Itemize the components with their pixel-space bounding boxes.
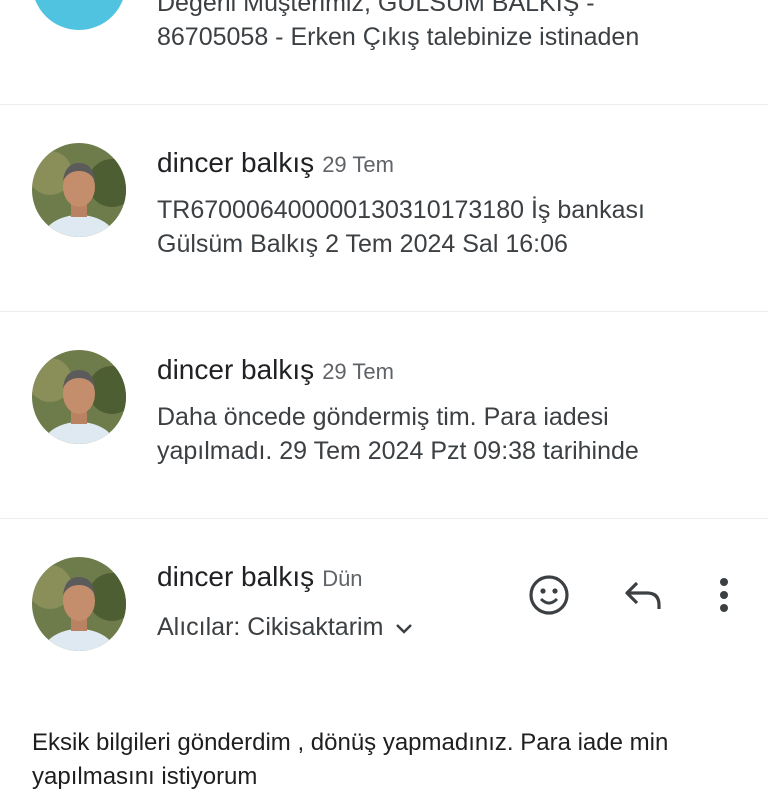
sender-name: dincer balkış 29 Tem (157, 354, 394, 386)
body-line: yapılmasını istiyorum (32, 763, 258, 790)
message-snippet: Daha öncede göndermiş tim. Para iadesi y… (157, 400, 747, 468)
sender-name: dincer balkış Dün (157, 561, 363, 593)
message-item-2[interactable]: dincer balkış 29 Tem TR670006400000130310… (0, 105, 768, 311)
snippet-line: yapılmadı. 29 Tem 2024 Pzt 09:38 tarihin… (157, 437, 639, 465)
reply-icon (623, 579, 663, 616)
body-line: Eksik bilgileri gönderdim , dönüş yapmad… (32, 729, 669, 756)
sender-name: dincer balkış 29 Tem (157, 147, 394, 179)
chevron-down-icon (395, 613, 413, 642)
message-snippet: Değerli Müşterimiz, GÜLSÜM BALKIŞ - 8670… (157, 0, 747, 54)
avatar (32, 350, 126, 444)
sender-label: dincer balkış (157, 354, 315, 385)
message-item-1[interactable]: Değerli Müşterimiz, GÜLSÜM BALKIŞ - 8670… (0, 0, 768, 104)
emoji-reaction-button[interactable] (527, 574, 571, 621)
message-item-3[interactable]: dincer balkış 29 Tem Daha öncede göndermi… (0, 312, 768, 518)
avatar (32, 143, 126, 237)
message-date: 29 Tem (322, 359, 394, 384)
avatar (32, 557, 126, 651)
message-date: 29 Tem (322, 152, 394, 177)
more-options-button[interactable] (702, 575, 746, 619)
snippet-line: Gülsüm Balkış 2 Tem 2024 Sal 16:06 (157, 230, 568, 258)
message-body: Eksik bilgileri gönderdim , dönüş yapmad… (32, 726, 752, 794)
snippet-line: TR670006400000130310173180 İş bankası (157, 196, 645, 224)
snippet-line: 86705058 - Erken Çıkış talebinize istina… (157, 23, 640, 51)
avatar (32, 0, 126, 30)
emoji-reaction-icon (528, 574, 570, 621)
snippet-line: Daha öncede göndermiş tim. Para iadesi (157, 403, 609, 431)
sender-label: dincer balkış (157, 147, 315, 178)
open-message-header: dincer balkış Dün Alıcılar: Cikisaktarim (0, 519, 768, 669)
recipients-label: Alıcılar: Cikisaktarim (157, 613, 384, 641)
more-vertical-icon (719, 577, 729, 618)
snippet-line: Değerli Müşterimiz, GÜLSÜM BALKIŞ - (157, 0, 595, 17)
message-snippet: TR670006400000130310173180 İş bankası Gü… (157, 193, 747, 261)
recipients-toggle[interactable]: Alıcılar: Cikisaktarim (157, 613, 413, 642)
message-date: Dün (322, 566, 363, 591)
sender-label: dincer balkış (157, 561, 315, 592)
reply-button[interactable] (621, 575, 665, 619)
